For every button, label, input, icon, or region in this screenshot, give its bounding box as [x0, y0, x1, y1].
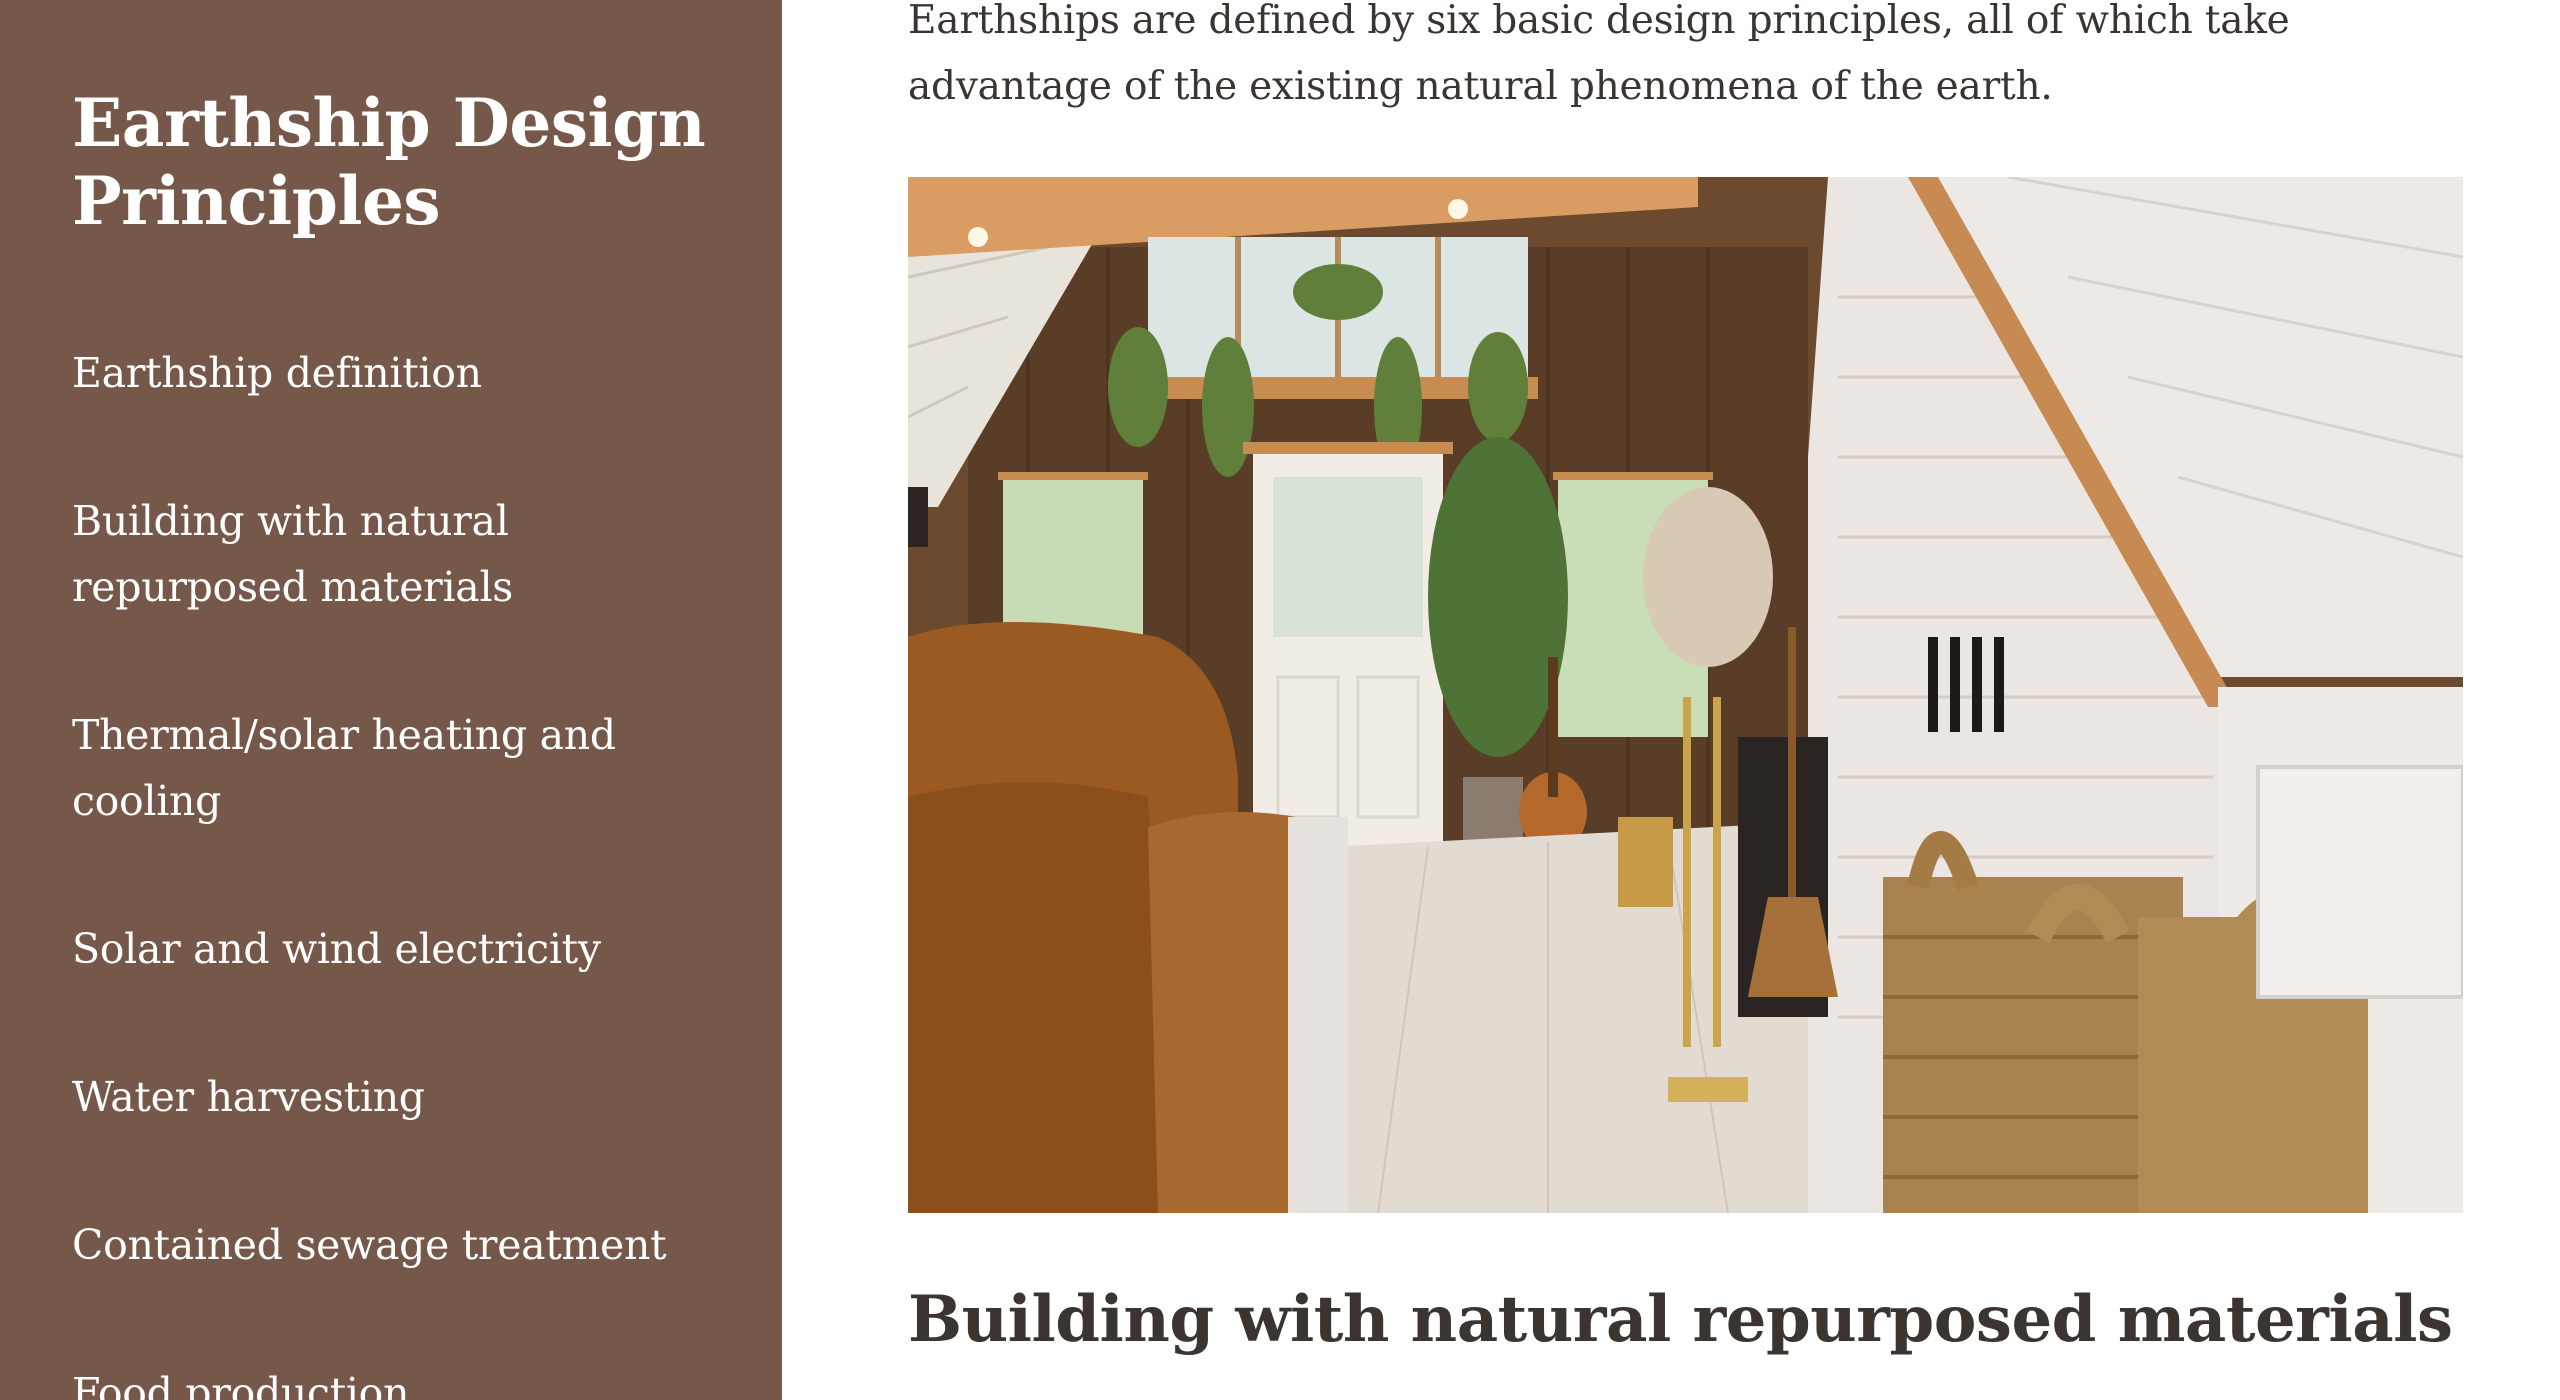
sidebar-nav: Earthship definition Building with natur…	[72, 340, 710, 1400]
section-heading: Building with natural repurposed materia…	[908, 1282, 2453, 1357]
cabin-interior-image	[908, 177, 2463, 1213]
main-content: Earthships are defined by six basic desi…	[908, 0, 2468, 1400]
sidebar-item-solar-wind[interactable]: Solar and wind electricity	[72, 916, 710, 982]
sidebar: Earthship Design Principles Earthship de…	[0, 0, 782, 1400]
intro-paragraph: Earthships are defined by six basic desi…	[908, 0, 2290, 109]
sidebar-item-water-harvesting[interactable]: Water harvesting	[72, 1064, 710, 1130]
sidebar-title: Earthship Design Principles	[72, 84, 706, 240]
sidebar-item-sewage-treatment[interactable]: Contained sewage treatment	[72, 1212, 710, 1278]
sidebar-item-earthship-definition[interactable]: Earthship definition	[72, 340, 710, 406]
sidebar-item-building-materials[interactable]: Building with natural repurposed materia…	[72, 488, 542, 620]
sidebar-item-food-production[interactable]: Food production	[72, 1360, 710, 1400]
sidebar-item-thermal-heating[interactable]: Thermal/solar heating and cooling	[72, 702, 672, 834]
interior-photo	[908, 177, 2463, 1213]
